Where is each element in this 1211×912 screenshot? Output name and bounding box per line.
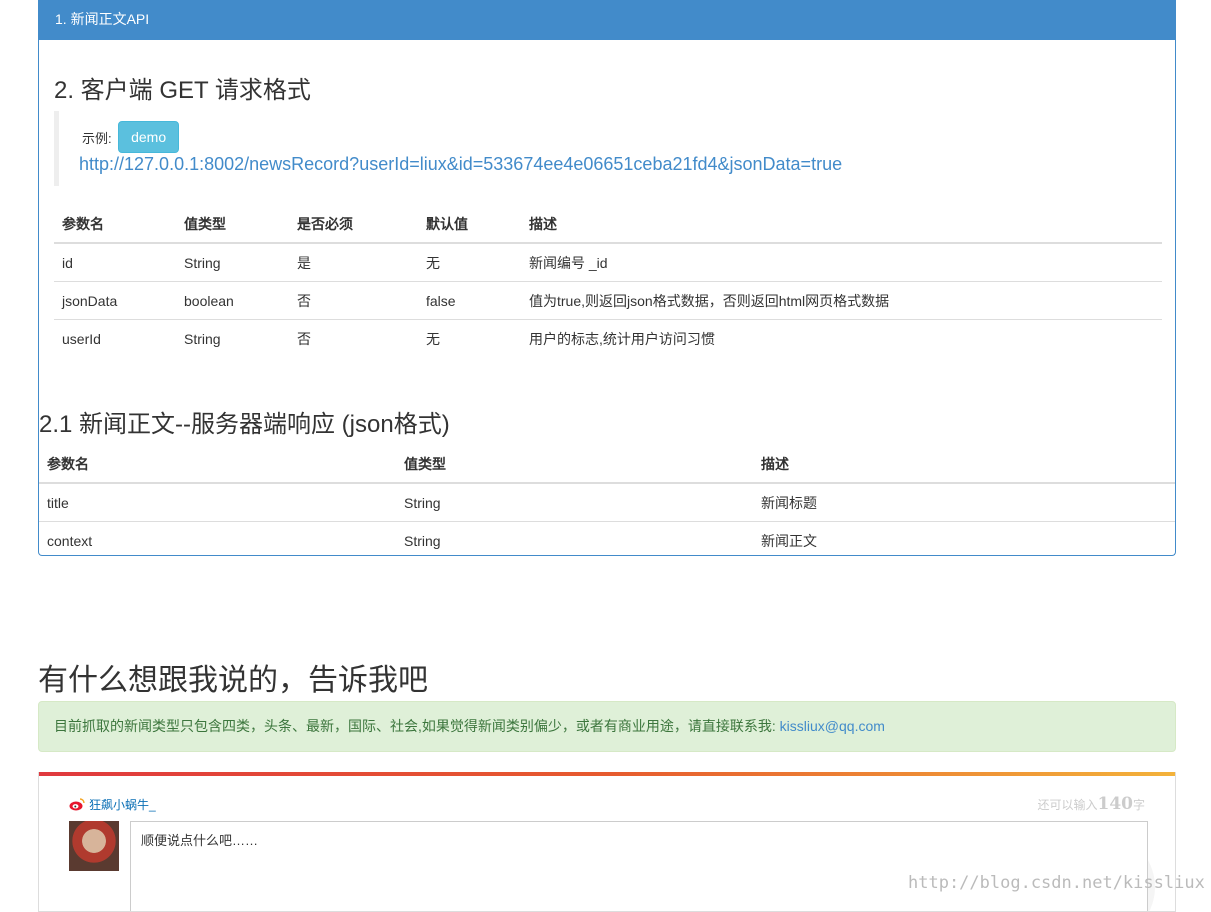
response-table: 参数名 值类型 描述 title String 新闻标题 context Str…: [39, 445, 1175, 555]
blog-watermark: http://blog.csdn.net/kissliux: [908, 873, 1205, 893]
cell: 否: [289, 281, 418, 320]
table-row: userId String 否 无 用户的标志,统计用户访问习惯: [54, 319, 1162, 357]
col-description: 描述: [753, 445, 1175, 484]
cell: 是: [289, 242, 418, 282]
cell: 新闻正文: [753, 521, 1175, 555]
avatar: [69, 821, 119, 871]
table-header-row: 参数名 值类型 是否必须 默认值 描述: [54, 205, 1162, 244]
cell: 用户的标志,统计用户访问习惯: [521, 319, 1162, 357]
cell: 值为true,则返回json格式数据，否则返回html网页格式数据: [521, 281, 1162, 320]
weibo-logo-icon: [69, 798, 85, 814]
request-format-title: 2. 客户端 GET 请求格式: [54, 77, 311, 104]
cell: 无: [418, 319, 521, 357]
panel-heading: 1. 新闻正文API: [39, 0, 1175, 40]
table-row: id String 是 无 新闻编号 _id: [54, 242, 1162, 282]
table-row: jsonData boolean 否 false 值为true,则返回json格…: [54, 281, 1162, 320]
cell: userId: [54, 319, 176, 357]
alert-text: 目前抓取的新闻类型只包含四类，头条、最新，国际、社会,如果觉得新闻类别偏少，或者…: [54, 718, 780, 734]
counter-prefix: 还可以输入: [1037, 798, 1098, 812]
table-row: context String 新闻正文: [39, 521, 1175, 555]
feedback-title: 有什么想跟我说的，告诉我吧: [38, 663, 428, 698]
col-required: 是否必须: [289, 205, 418, 244]
info-alert: 目前抓取的新闻类型只包含四类，头条、最新，国际、社会,如果觉得新闻类别偏少，或者…: [38, 701, 1176, 752]
cell: 新闻标题: [753, 482, 1175, 522]
cell: String: [396, 482, 753, 522]
weibo-user[interactable]: 狂飙小蜗牛_: [69, 796, 156, 814]
cell: boolean: [176, 281, 289, 320]
counter-suffix: 字: [1132, 798, 1145, 812]
col-value-type: 值类型: [396, 445, 753, 484]
table-header-row: 参数名 值类型 描述: [39, 445, 1175, 484]
char-counter: 还可以输入140字: [1037, 794, 1145, 814]
col-param-name: 参数名: [54, 205, 176, 244]
col-param-name: 参数名: [39, 445, 396, 484]
demo-button[interactable]: demo: [118, 121, 180, 153]
comment-input[interactable]: 顺便说点什么吧……: [130, 821, 1148, 911]
cell: String: [176, 319, 289, 357]
cell: title: [39, 482, 396, 522]
example-url-link[interactable]: http://127.0.0.1:8002/newsRecord?userId=…: [79, 154, 842, 175]
cell: false: [418, 281, 521, 320]
cell: id: [54, 242, 176, 282]
col-default: 默认值: [418, 205, 521, 244]
counter-value: 140: [1097, 794, 1133, 814]
response-title: 2.1 新闻正文--服务器端响应 (json格式): [39, 411, 450, 438]
cell: jsonData: [54, 281, 176, 320]
cell: 无: [418, 242, 521, 282]
cell: 新闻编号 _id: [521, 242, 1162, 282]
weibo-username: 狂飙小蜗牛_: [89, 798, 156, 812]
cell: context: [39, 521, 396, 555]
cell: 否: [289, 319, 418, 357]
email-link[interactable]: kissliux@qq.com: [780, 718, 885, 734]
col-description: 描述: [521, 205, 1162, 244]
cell: String: [396, 521, 753, 555]
api-panel: 1. 新闻正文API 2. 客户端 GET 请求格式 示例: demo http…: [38, 0, 1176, 556]
request-params-table: 参数名 值类型 是否必须 默认值 描述 id String 是 无 新闻编号 _…: [54, 205, 1162, 357]
cell: String: [176, 242, 289, 282]
weibo-color-bar: [39, 772, 1175, 776]
col-value-type: 值类型: [176, 205, 289, 244]
example-blockquote: 示例: demo http://127.0.0.1:8002/newsRecor…: [54, 111, 854, 186]
example-label: 示例:: [82, 130, 112, 146]
table-row: title String 新闻标题: [39, 482, 1175, 522]
